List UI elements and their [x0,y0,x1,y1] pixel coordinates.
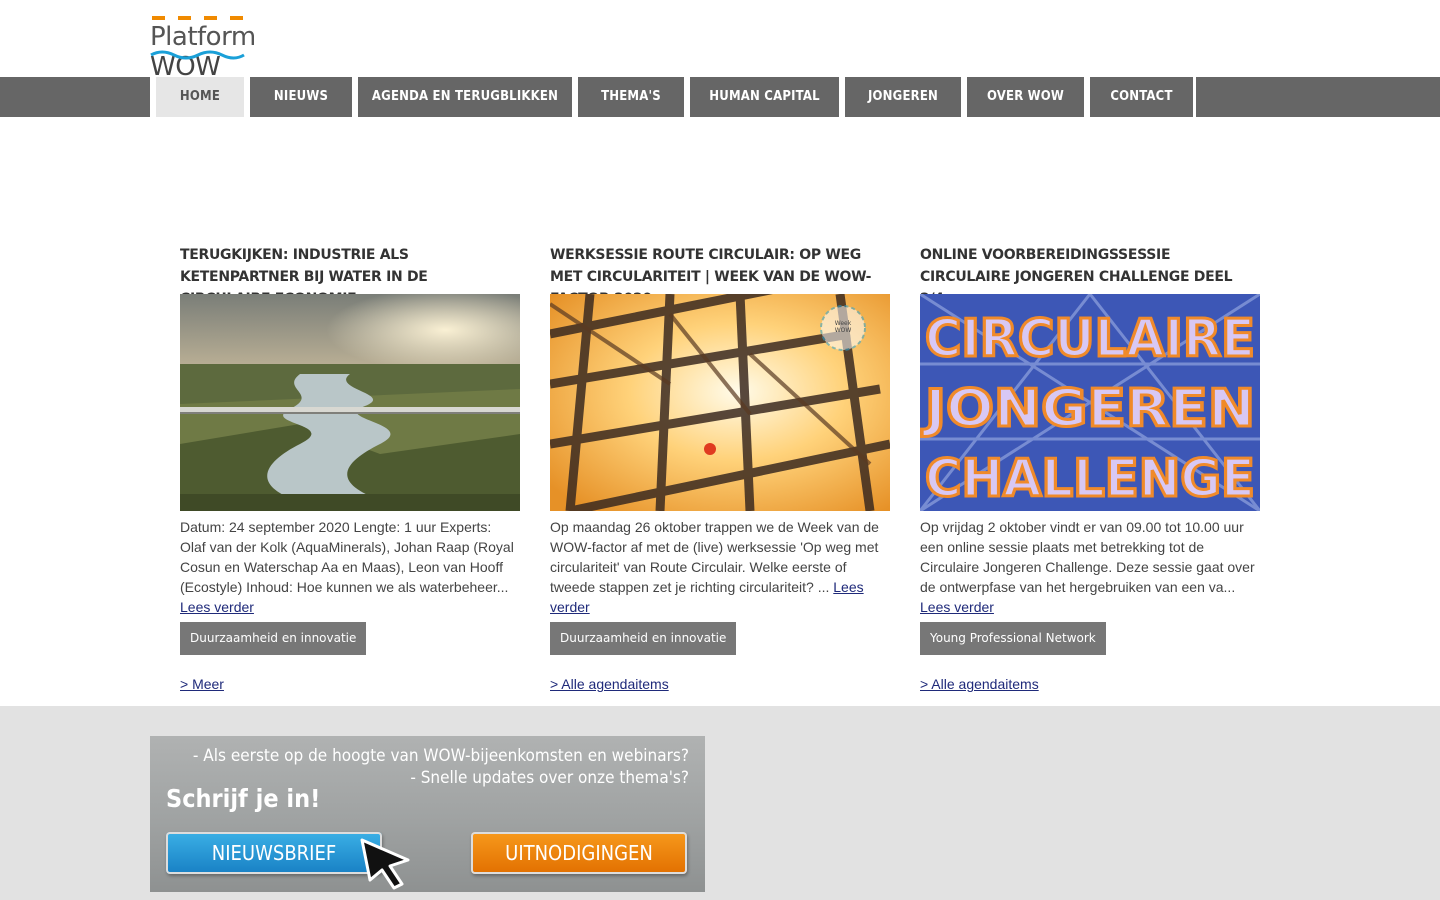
more-link[interactable]: > Meer [180,676,224,692]
site-header: Platform WOW [0,0,1440,82]
article-excerpt: Op vrijdag 2 oktober vindt er van 09.00 … [920,519,1255,615]
nav-jongeren[interactable]: JONGEREN [845,77,961,117]
cursor-arrow-icon [360,838,410,890]
article-image-steel-frame[interactable]: Week WOW [550,294,890,511]
platform-wow-logo[interactable]: Platform WOW [150,16,310,82]
article-excerpt: Op maandag 26 oktober trappen we de Week… [550,519,879,615]
poster-text-line: CHALLENGE [925,449,1255,509]
category-tag[interactable]: Duurzaamheid en innovatie [550,622,737,655]
nav-over-wow[interactable]: OVER WOW [967,77,1084,117]
banner-line-1: - Als eerste op de hoogte van WOW-bijeen… [192,746,689,766]
footer-area: - Als eerste op de hoogte van WOW-bijeen… [0,706,1440,900]
logo-wave-icon [150,50,245,60]
newsletter-banner[interactable]: - Als eerste op de hoogte van WOW-bijeen… [150,736,705,892]
nav-nieuws[interactable]: NIEUWS [250,77,352,117]
read-more-link[interactable]: Lees verder [180,599,254,615]
svg-text:WOW: WOW [835,327,852,334]
poster-text-line: CIRCULAIRE [925,309,1255,369]
article-excerpt: Datum: 24 september 2020 Lengte: 1 uur E… [180,519,514,615]
svg-text:Week: Week [835,320,852,327]
article-image-river[interactable] [180,294,520,511]
article-card: ONLINE VOORBEREIDINGSSESSIE CIRCULAIRE J… [920,244,1260,692]
article-card: WERKSESSIE ROUTE CIRCULAIR: OP WEG MET C… [550,244,890,692]
article-title[interactable]: ONLINE VOORBEREIDINGSSESSIE CIRCULAIRE J… [920,244,1260,307]
article-title[interactable]: TERUGKIJKEN: INDUSTRIE ALS KETENPARTNER … [180,244,520,307]
nav-agenda[interactable]: AGENDA EN TERUGBLIKKEN [358,77,572,117]
all-agenda-link[interactable]: > Alle agendaitems [550,676,669,692]
invitations-button[interactable]: UITNODIGINGEN [471,832,687,874]
nav-contact[interactable]: CONTACT [1090,77,1193,117]
category-tag[interactable]: Young Professional Network [920,622,1106,655]
main-navigation: HOME NIEUWS AGENDA EN TERUGBLIKKEN THEMA… [0,77,1440,117]
banner-line-2: - Snelle updates over onze thema's? [410,768,689,788]
newsletter-button[interactable]: NIEUWSBRIEF [166,832,382,874]
all-agenda-link[interactable]: > Alle agendaitems [920,676,1039,692]
poster-text-line: JONGEREN [921,379,1255,439]
nav-human-capital[interactable]: HUMAN CAPITAL [690,77,839,117]
article-card: TERUGKIJKEN: INDUSTRIE ALS KETENPARTNER … [180,244,520,692]
category-tag[interactable]: Duurzaamheid en innovatie [180,622,367,655]
read-more-link[interactable]: Lees verder [920,599,994,615]
nav-home[interactable]: HOME [156,77,244,117]
nav-themas[interactable]: THEMA'S [578,77,684,117]
article-image-challenge-poster[interactable]: CIRCULAIRE JONGEREN CHALLENGE [920,294,1260,511]
banner-headline: Schrijf je in! [166,784,321,813]
article-title[interactable]: WERKSESSIE ROUTE CIRCULAIR: OP WEG MET C… [550,244,890,307]
